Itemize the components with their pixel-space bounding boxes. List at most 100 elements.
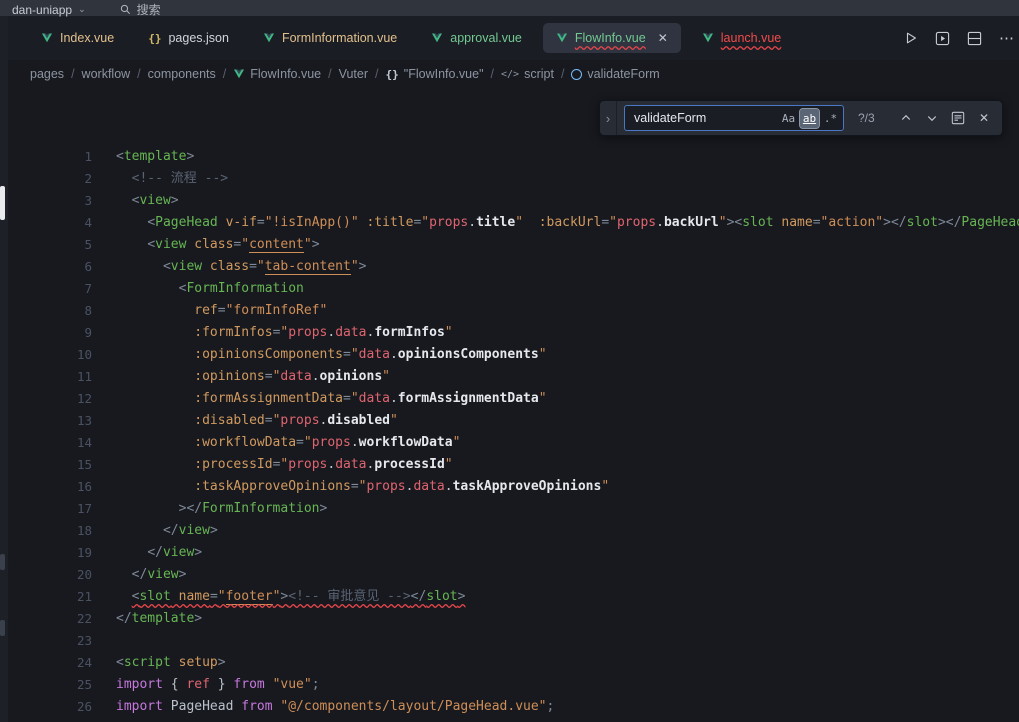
code-line[interactable]: 24<script setup>: [0, 652, 1019, 674]
code-line[interactable]: 23: [0, 630, 1019, 652]
code-line[interactable]: 15 :processId="props.data.processId": [0, 454, 1019, 476]
code-line[interactable]: 25import { ref } from "vue";: [0, 674, 1019, 696]
tab-label: Index.vue: [60, 31, 114, 45]
breadcrumb-label: workflow: [82, 67, 131, 81]
code-line[interactable]: 14 :workflowData="props.workflowData": [0, 432, 1019, 454]
breadcrumb-label: validateForm: [587, 67, 659, 81]
run-button[interactable]: [904, 31, 918, 45]
tab-flowinfo-vue[interactable]: FlowInfo.vue ✕: [543, 23, 681, 53]
code-line[interactable]: 11 :opinions="data.opinions": [0, 366, 1019, 388]
line-number: 3: [0, 190, 116, 212]
breadcrumb-separator: /: [561, 67, 564, 81]
vue-icon: [431, 32, 443, 44]
line-number: 14: [0, 432, 116, 454]
breadcrumb-item-pages[interactable]: pages: [30, 67, 64, 81]
tab-forminformation-vue[interactable]: FormInformation.vue: [250, 23, 410, 53]
line-number: 1: [0, 146, 116, 168]
toggle-replace-chevron-icon[interactable]: ›: [600, 101, 617, 135]
tab-label: FormInformation.vue: [282, 31, 397, 45]
find-widget: › Aa ab .* ?/3 ✕: [599, 100, 1003, 136]
match-case-button[interactable]: Aa: [779, 109, 798, 128]
line-number: 26: [0, 696, 116, 718]
code-line[interactable]: 17 ></FormInformation>: [0, 498, 1019, 520]
close-find-button[interactable]: ✕: [974, 108, 994, 128]
code-line[interactable]: 10 :opinionsComponents="data.opinionsCom…: [0, 344, 1019, 366]
run-dev-icon[interactable]: [935, 31, 950, 46]
breadcrumb-item-flowinfo-vue[interactable]: FlowInfo.vue: [233, 67, 321, 81]
code-line[interactable]: 4 <PageHead v-if="!isInApp()" :title="pr…: [0, 212, 1019, 234]
code-line[interactable]: 26import PageHead from "@/components/lay…: [0, 696, 1019, 718]
title-bar: dan-uniapp ⌄ 搜索: [0, 0, 1019, 16]
breadcrumb-label: pages: [30, 67, 64, 81]
tab-approval-vue[interactable]: approval.vue: [418, 23, 535, 53]
vue-icon: [233, 68, 245, 80]
tab-pages-json[interactable]: {} pages.json: [135, 23, 242, 53]
code-line[interactable]: 7 <FormInformation: [0, 278, 1019, 300]
breadcrumb-label: FlowInfo.vue: [250, 67, 321, 81]
breadcrumb-separator: /: [491, 67, 494, 81]
tab-label: approval.vue: [450, 31, 522, 45]
previous-match-button[interactable]: [896, 108, 916, 128]
breadcrumb-item-vuter[interactable]: Vuter: [339, 67, 368, 81]
code-line[interactable]: 9 :formInfos="props.data.formInfos": [0, 322, 1019, 344]
find-input-box[interactable]: Aa ab .*: [624, 105, 844, 131]
code-line[interactable]: 19 </view>: [0, 542, 1019, 564]
whole-word-button[interactable]: ab: [800, 109, 819, 128]
code-line[interactable]: 21 <slot name="footer"><!-- 审批意见 --></sl…: [0, 586, 1019, 608]
code-line[interactable]: 16 :taskApproveOpinions="props.data.task…: [0, 476, 1019, 498]
line-number: 11: [0, 366, 116, 388]
breadcrumb-item-components[interactable]: components: [148, 67, 216, 81]
breadcrumb-separator: /: [328, 67, 331, 81]
editor-actions: ⋯: [904, 29, 1019, 47]
braces-icon: {}: [386, 68, 399, 81]
breadcrumb-separator: /: [71, 67, 74, 81]
title-search-label: 搜索: [137, 1, 161, 18]
json-icon: {}: [148, 32, 161, 45]
breadcrumb-label: components: [148, 67, 216, 81]
breadcrumb-item-flowinfo-vue[interactable]: {}"FlowInfo.vue": [386, 67, 484, 81]
next-match-button[interactable]: [922, 108, 942, 128]
split-editor-button[interactable]: [967, 31, 982, 46]
code-line[interactable]: 8 ref="formInfoRef": [0, 300, 1019, 322]
code-line[interactable]: 18 </view>: [0, 520, 1019, 542]
code-line[interactable]: 13 :disabled="props.disabled": [0, 410, 1019, 432]
title-search-box[interactable]: 搜索: [120, 1, 161, 18]
code-line[interactable]: 22</template>: [0, 608, 1019, 630]
line-number: 23: [0, 630, 116, 652]
code-line[interactable]: 6 <view class="tab-content">: [0, 256, 1019, 278]
more-actions-button[interactable]: ⋯: [999, 29, 1015, 47]
breadcrumb-separator: /: [223, 67, 226, 81]
line-number: 22: [0, 608, 116, 630]
line-number: 17: [0, 498, 116, 520]
vue-icon: [702, 32, 714, 44]
tab-label: pages.json: [168, 31, 228, 45]
vue-icon: [556, 32, 568, 44]
code-line[interactable]: 3 <view>: [0, 190, 1019, 212]
chevron-down-icon: ⌄: [78, 4, 86, 15]
close-icon[interactable]: ✕: [658, 31, 668, 45]
code-area[interactable]: 1<template>2 <!-- 流程 -->3 <view>4 <PageH…: [0, 88, 1019, 718]
whole-word-label: ab: [803, 112, 816, 125]
breadcrumb-item-script[interactable]: </>script: [501, 67, 554, 81]
code-line[interactable]: 5 <view class="content">: [0, 234, 1019, 256]
find-match-count: ?/3: [858, 111, 884, 125]
code-line[interactable]: 2 <!-- 流程 -->: [0, 168, 1019, 190]
breadcrumb-item-validateform[interactable]: validateForm: [571, 67, 659, 81]
tabs: Index.vue {} pages.json FormInformation.vue…: [28, 23, 802, 53]
breadcrumb-label: Vuter: [339, 67, 368, 81]
tab-index-vue[interactable]: Index.vue: [28, 23, 127, 53]
code-line[interactable]: 12 :formAssignmentData="data.formAssignm…: [0, 388, 1019, 410]
editor[interactable]: › Aa ab .* ?/3 ✕ 1<template>2 <!-- 流程 --…: [0, 88, 1019, 722]
code-line[interactable]: 20 </view>: [0, 564, 1019, 586]
tab-label: FlowInfo.vue: [575, 31, 646, 45]
find-input[interactable]: [632, 110, 779, 126]
line-number: 8: [0, 300, 116, 322]
code-line[interactable]: 1<template>: [0, 146, 1019, 168]
find-in-selection-button[interactable]: [948, 108, 968, 128]
tab-launch-vue[interactable]: launch.vue: [689, 23, 794, 53]
project-menu[interactable]: dan-uniapp ⌄: [12, 3, 86, 17]
regex-button[interactable]: .*: [821, 109, 840, 128]
tab-label: launch.vue: [721, 31, 781, 45]
line-number: 20: [0, 564, 116, 586]
breadcrumb-item-workflow[interactable]: workflow: [82, 67, 131, 81]
